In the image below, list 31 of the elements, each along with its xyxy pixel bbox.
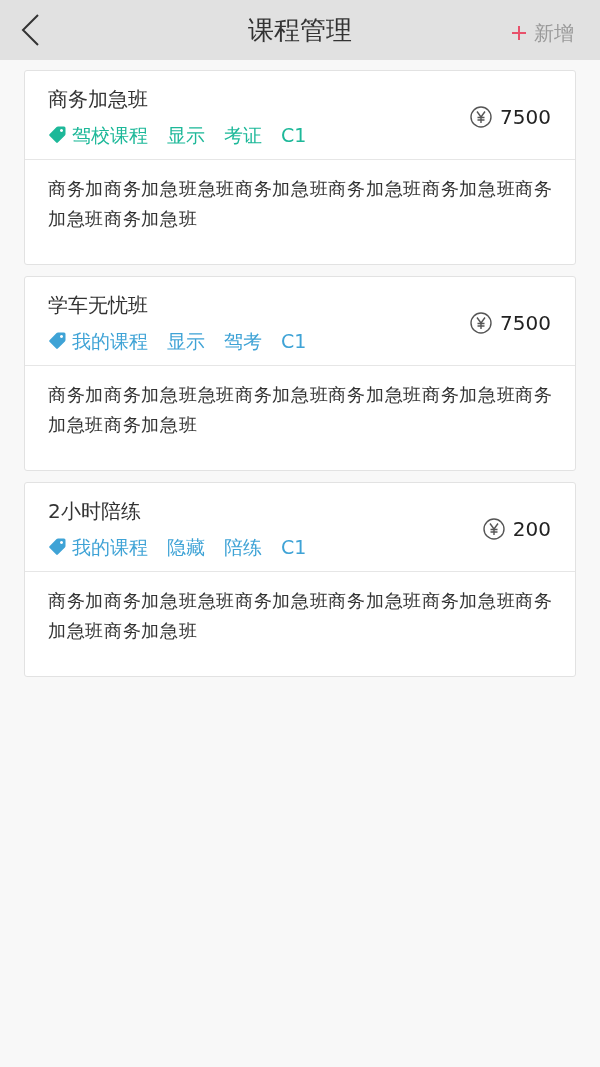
course-tag: C1 xyxy=(281,533,307,561)
course-card[interactable]: 商务加急班 驾校课程 显示 考证 C1 7500 商务加商务加急班急班商务加急班商务加急班商务加急班商务加急班商务加急班 xyxy=(24,70,576,265)
course-tag: 考证 xyxy=(224,121,262,149)
course-description: 商务加商务加急班急班商务加急班商务加急班商务加急班商务加急班商务加急班 xyxy=(48,589,554,643)
course-card[interactable]: 学车无忧班 我的课程 显示 驾考 C1 7500 商务加商务加急班急班商务加急班商务加急班商务加急班商务加急班商务加急班 xyxy=(24,276,576,471)
yen-icon xyxy=(470,106,493,128)
back-button[interactable] xyxy=(20,14,40,46)
yen-icon xyxy=(482,518,505,540)
course-tag: 驾考 xyxy=(224,327,262,355)
course-description: 商务加商务加急班急班商务加急班商务加急班商务加急班商务加急班商务加急班 xyxy=(48,177,554,231)
course-tag: 驾校课程 xyxy=(72,121,148,149)
course-tag: 我的课程 xyxy=(72,533,148,561)
course-tag: 我的课程 xyxy=(72,327,148,355)
course-title: 2小时陪练 xyxy=(48,498,142,525)
page-title: 课程管理 xyxy=(248,14,352,47)
course-title: 学车无忧班 xyxy=(48,292,149,319)
course-tag: 显示 xyxy=(167,121,205,149)
course-tag: 隐藏 xyxy=(167,533,205,561)
course-card[interactable]: 2小时陪练 我的课程 隐藏 陪练 C1 200 商务加商务加急班急班商务加急班商务加急班商务加急班商务加急班商务加急班 xyxy=(24,482,576,677)
course-price: 7500 xyxy=(500,310,551,337)
back-icon xyxy=(20,14,40,46)
course-description: 商务加商务加急班急班商务加急班商务加急班商务加急班商务加急班商务加急班 xyxy=(48,383,554,437)
course-price: 7500 xyxy=(500,104,551,131)
course-tag: 陪练 xyxy=(224,533,262,561)
course-price: 200 xyxy=(512,516,551,543)
course-title: 商务加急班 xyxy=(48,86,149,113)
course-tag: C1 xyxy=(281,327,307,355)
plus-icon xyxy=(512,26,526,40)
course-tag: 显示 xyxy=(167,327,205,355)
course-tag: C1 xyxy=(281,121,307,149)
yen-icon xyxy=(470,312,493,334)
